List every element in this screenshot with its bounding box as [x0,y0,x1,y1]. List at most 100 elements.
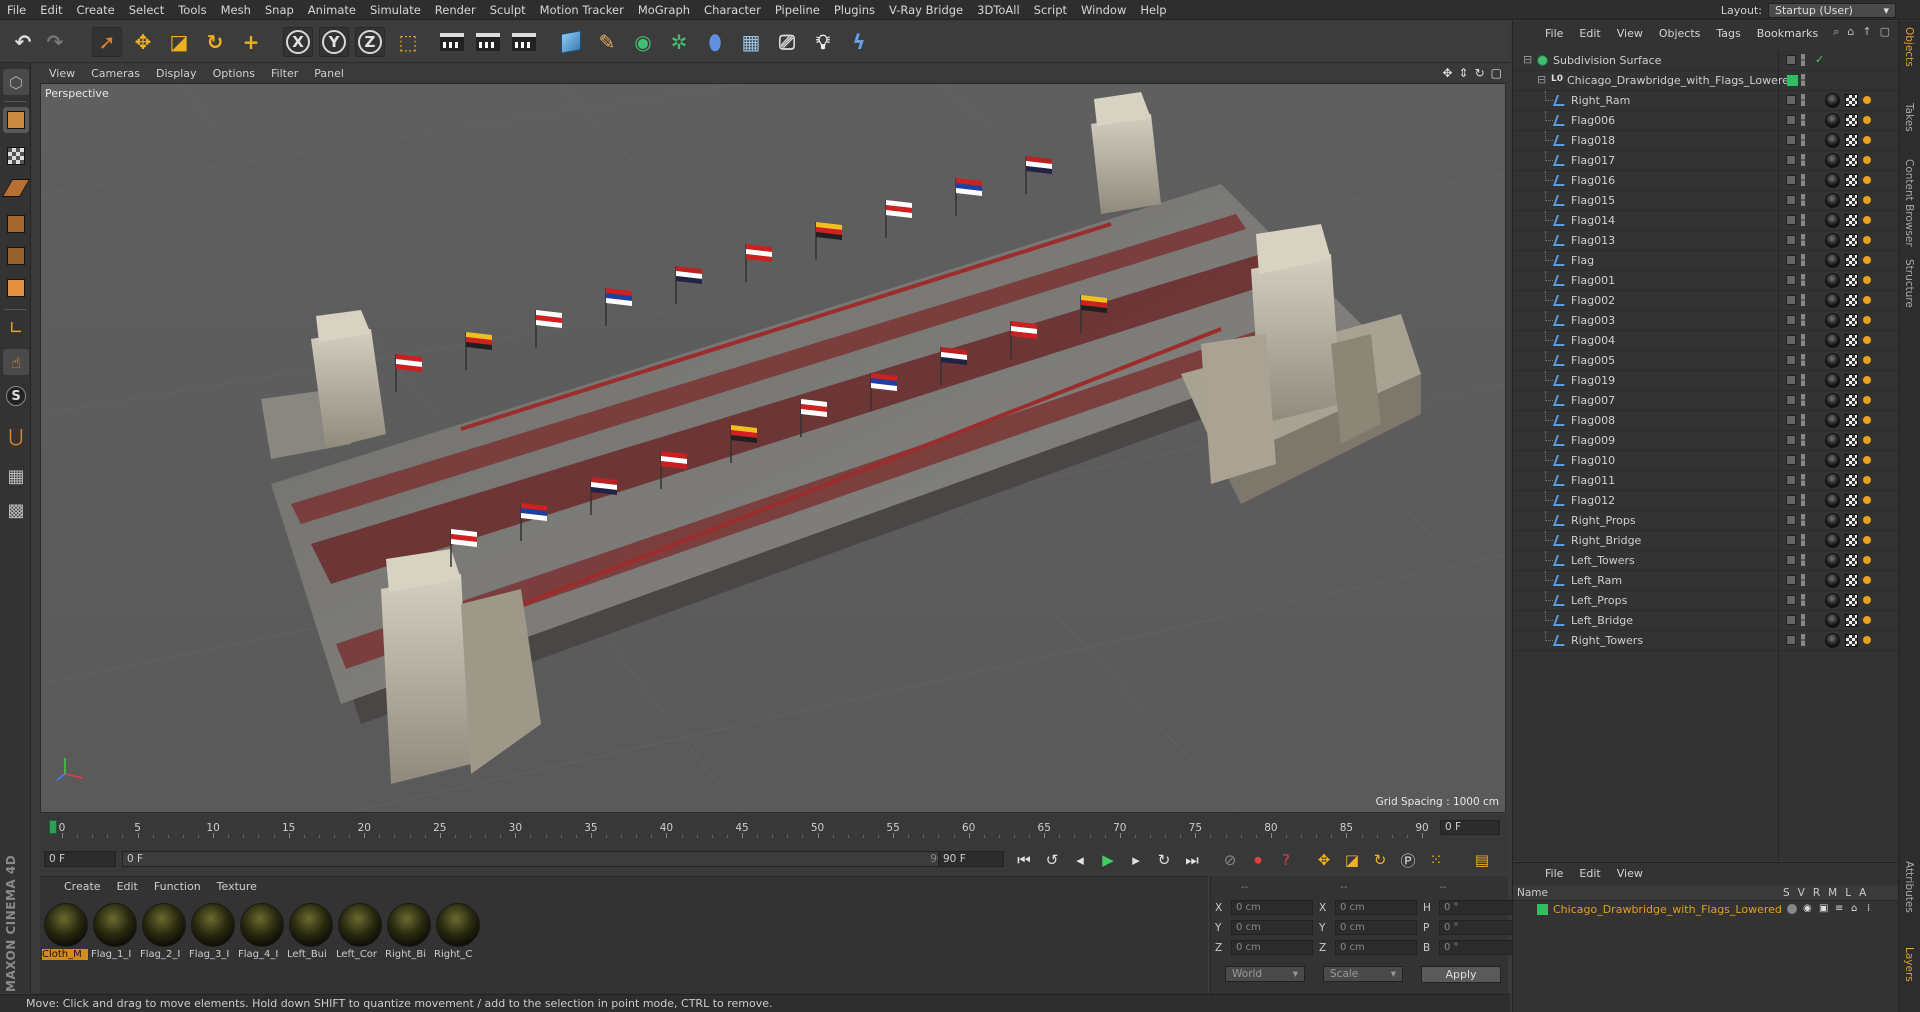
material-tag-icon[interactable] [1825,573,1840,588]
material-swatch[interactable]: Flag_3_I [189,903,237,963]
object-row-group[interactable]: ⊟ L0 Chicago_Drawbridge_with_Flags_Lowered [1513,71,1899,91]
object-menu-tags[interactable]: Tags [1708,27,1748,40]
texture-mode-button[interactable] [3,143,29,169]
render-picture-viewer-button[interactable] [473,27,503,57]
selection-tag-icon[interactable] [1863,236,1871,244]
selection-tag-icon[interactable] [1863,456,1871,464]
viewport-menu-filter[interactable]: Filter [263,67,306,80]
frame-range-slider[interactable]: 0 F 90 F [122,851,962,867]
uvw-tag-icon[interactable] [1845,354,1858,367]
selection-tag-icon[interactable] [1863,336,1871,344]
object-menu-bookmarks[interactable]: Bookmarks [1749,27,1826,40]
material-tag-icon[interactable] [1825,553,1840,568]
layer-menu-file[interactable]: File [1537,867,1571,880]
layer-visibility-icon[interactable] [1786,615,1796,625]
material-tag-icon[interactable] [1825,453,1840,468]
snap-button[interactable]: S [3,383,29,409]
y-axis-button[interactable]: Y [319,27,349,57]
object-menu-view[interactable]: View [1609,27,1651,40]
uvw-tag-icon[interactable] [1845,234,1858,247]
next-key-button[interactable]: ↻ [1152,849,1176,871]
model-mode-button[interactable] [3,107,29,133]
selection-tag-icon[interactable] [1863,636,1871,644]
uvw-tag-icon[interactable] [1845,634,1858,647]
object-row[interactable]: Right_Bridge [1513,531,1899,551]
previous-key-button[interactable]: ↺ [1040,849,1064,871]
pen-button[interactable]: ✎ [592,27,622,57]
editor-render-visibility-icon[interactable] [1801,394,1805,406]
tab-content-browser[interactable]: Content Browser [1903,159,1915,247]
layout-dropdown[interactable]: Startup (User) ▾ [1768,2,1896,18]
expand-toggle-icon[interactable]: ⊟ [1537,73,1546,86]
layer-visibility-icon[interactable] [1786,375,1796,385]
record-pla-button[interactable]: ⁙ [1424,849,1448,871]
record-rotation-button[interactable]: ↻ [1368,849,1392,871]
layer-visibility-icon[interactable] [1786,635,1796,645]
editor-render-visibility-icon[interactable] [1801,494,1805,506]
editor-render-visibility-icon[interactable] [1801,274,1805,286]
object-row[interactable]: Flag019 [1513,371,1899,391]
selection-tag-icon[interactable] [1863,416,1871,424]
uvw-tag-icon[interactable] [1845,434,1858,447]
selection-tag-icon[interactable] [1863,176,1871,184]
object-row[interactable]: Flag010 [1513,451,1899,471]
editor-render-visibility-icon[interactable] [1801,314,1805,326]
menu-plugins[interactable]: Plugins [827,3,882,17]
editor-render-visibility-icon[interactable] [1801,554,1805,566]
object-menu-edit[interactable]: Edit [1571,27,1608,40]
viewport-menu-view[interactable]: View [41,67,83,80]
uvw-tag-icon[interactable] [1845,254,1858,267]
material-tag-icon[interactable] [1825,493,1840,508]
object-row[interactable]: Flag006 [1513,111,1899,131]
position-field[interactable]: 0 cm [1231,900,1313,915]
editor-render-visibility-icon[interactable] [1801,594,1805,606]
menu-pipeline[interactable]: Pipeline [768,3,827,17]
up-icon[interactable]: ↑ [1862,25,1871,39]
floor-button[interactable]: ▦ [736,27,766,57]
menu-create[interactable]: Create [70,3,122,17]
timeline-window-button[interactable]: ▤ [1470,849,1494,871]
material-menu-function[interactable]: Function [146,880,209,893]
uvw-tag-icon[interactable] [1845,274,1858,287]
layer-visibility-icon[interactable] [1786,575,1796,585]
uvw-tag-icon[interactable] [1845,554,1858,567]
create-object-button[interactable]: + [236,27,266,57]
layer-visibility-icon[interactable] [1786,395,1796,405]
menu-mograph[interactable]: MoGraph [631,3,697,17]
layer-visibility-icon[interactable] [1786,495,1796,505]
object-row[interactable]: Flag005 [1513,351,1899,371]
editor-render-visibility-icon[interactable] [1801,194,1805,206]
editor-render-visibility-icon[interactable] [1801,134,1805,146]
layer-visibility-icon[interactable] [1786,295,1796,305]
material-tag-icon[interactable] [1825,93,1840,108]
layer-visibility-icon[interactable] [1786,355,1796,365]
rotation-field[interactable]: 0 ° [1439,900,1521,915]
selection-tag-icon[interactable] [1863,436,1871,444]
selection-tag-icon[interactable] [1863,116,1871,124]
object-row[interactable]: Flag016 [1513,171,1899,191]
object-row[interactable]: Flag013 [1513,231,1899,251]
editor-render-visibility-icon[interactable] [1801,334,1805,346]
material-tag-icon[interactable] [1825,233,1840,248]
editor-render-visibility-icon[interactable] [1801,234,1805,246]
uvw-tag-icon[interactable] [1845,574,1858,587]
editor-render-visibility-icon[interactable] [1801,574,1805,586]
subdivision-surface-button[interactable]: ◉ [628,27,658,57]
object-row[interactable]: Left_Towers [1513,551,1899,571]
material-tag-icon[interactable] [1825,613,1840,628]
record-scale-button[interactable]: ◪ [1340,849,1364,871]
selection-tag-icon[interactable] [1863,556,1871,564]
position-field[interactable]: 0 cm [1231,920,1313,935]
timeline[interactable]: 0 5 10 15 20 25 30 35 40 45 50 55 60 65 70 75 80 85 90 0 F [40,814,1506,850]
rotation-field[interactable]: 0 ° [1439,920,1521,935]
menu-motion-tracker[interactable]: Motion Tracker [533,3,631,17]
move-button[interactable]: ✥ [128,27,158,57]
menu-render[interactable]: Render [428,3,483,17]
record-button[interactable]: ⊘ [1218,849,1242,871]
selection-tag-icon[interactable] [1863,476,1871,484]
selection-tag-icon[interactable] [1863,276,1871,284]
menu-edit[interactable]: Edit [33,3,69,17]
material-swatch[interactable]: Right_Bi [385,903,433,963]
object-row[interactable]: Left_Ram [1513,571,1899,591]
menu-select[interactable]: Select [122,3,171,17]
